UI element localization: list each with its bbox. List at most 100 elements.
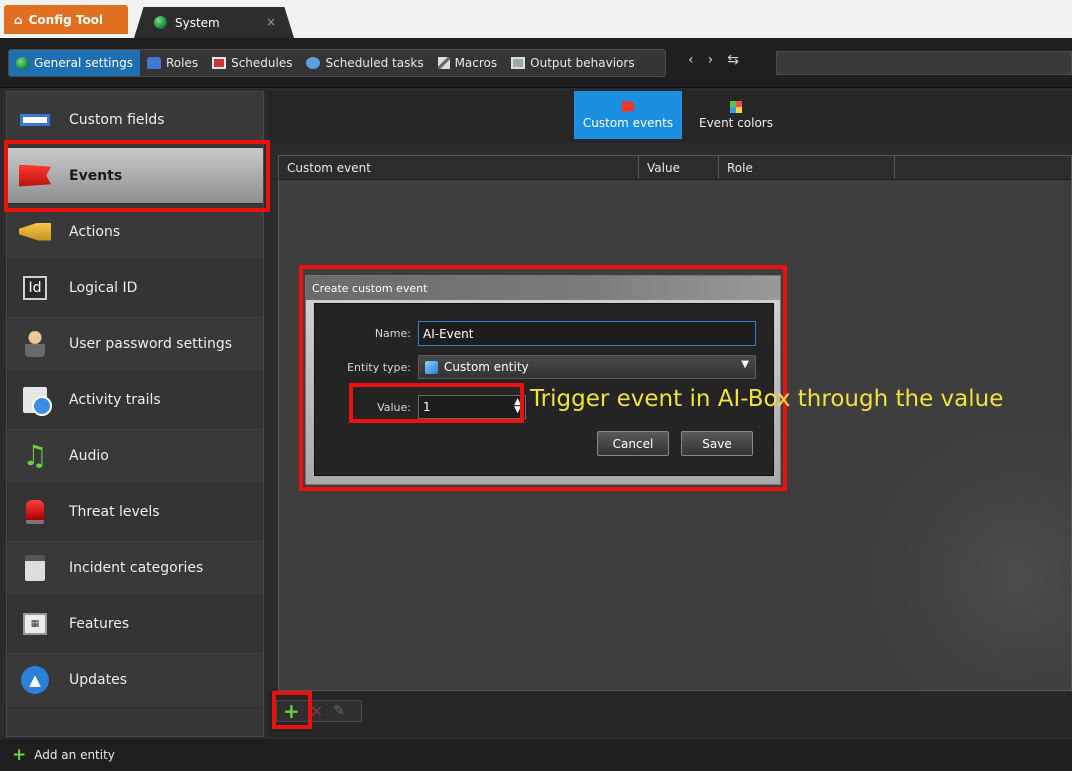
annotation-text: Trigger event in AI-Box through the valu… (530, 386, 1004, 412)
sidebar-item-logical-id[interactable]: Id Logical ID (7, 260, 263, 316)
task-group: General settings Roles Schedules Schedul… (8, 49, 666, 77)
tab-output-behaviors[interactable]: Output behaviors (504, 50, 641, 76)
entity-type-value: Custom entity (444, 360, 529, 374)
table-header: Custom event Value Role (279, 156, 1071, 180)
tab-roles-label: Roles (165, 56, 199, 70)
megaphone-icon (19, 216, 51, 248)
edit-icon[interactable]: ✎ (333, 703, 345, 719)
clipboard-icon (19, 552, 51, 584)
activity-trail-icon (19, 384, 52, 416)
sidebar-item-label: User password settings (69, 335, 233, 352)
value-stepper[interactable]: 1 ▲ ▼ (418, 395, 526, 419)
flag-icon (622, 100, 634, 113)
color-palette-icon (730, 100, 742, 113)
tab-custom-events-label: Custom events (582, 115, 674, 130)
sidebar-item-label: Features (69, 615, 130, 632)
output-icon (511, 57, 526, 69)
tab-system[interactable]: System × (134, 7, 294, 38)
tab-custom-events[interactable]: Custom events (574, 91, 682, 139)
cloud-upload-icon: ▲ (19, 664, 51, 696)
alarm-light-icon (19, 496, 51, 528)
sidebar-item-threat-levels[interactable]: Threat levels (7, 484, 263, 540)
history-icon[interactable]: ⇆ (727, 52, 739, 68)
tab-scheduled-tasks[interactable]: Scheduled tasks (299, 50, 430, 76)
dialog-title: Create custom event (306, 276, 780, 300)
sidebar: Custom fields Events Actions Id Logical … (6, 91, 264, 737)
globe-icon (16, 56, 29, 70)
tasks-icon (306, 57, 321, 69)
name-field[interactable] (418, 321, 756, 346)
custom-fields-icon (19, 104, 51, 136)
add-entity-link[interactable]: Add an entity (34, 748, 115, 762)
app-tab-strip: ⌂ Config Tool System × (0, 0, 1072, 38)
column-header-custom-event[interactable]: Custom event (279, 156, 639, 179)
tab-general-settings-label: General settings (34, 56, 133, 70)
tab-config-tool-label: Config Tool (28, 12, 104, 27)
sidebar-item-audio[interactable]: ♫ Audio (7, 428, 263, 484)
save-button[interactable]: Save (681, 431, 753, 456)
value-stepper-value: 1 (423, 400, 431, 414)
cancel-button[interactable]: Cancel (597, 431, 669, 456)
entity-type-select[interactable]: Custom entity ▼ (418, 355, 756, 379)
sidebar-item-incident-categories[interactable]: Incident categories (7, 540, 263, 596)
sidebar-item-label: Custom fields (69, 111, 165, 128)
tab-output-behaviors-label: Output behaviors (530, 56, 635, 70)
sidebar-item-label: Threat levels (69, 503, 160, 520)
tab-event-colors[interactable]: Event colors (688, 91, 784, 139)
tab-scheduled-tasks-label: Scheduled tasks (325, 56, 424, 70)
id-icon: Id (19, 272, 51, 304)
sidebar-item-label: Logical ID (69, 279, 138, 296)
tab-macros-label: Macros (454, 56, 498, 70)
sidebar-item-label: Actions (69, 223, 121, 240)
red-flag-icon (19, 160, 51, 192)
sidebar-item-label: Activity trails (69, 391, 161, 408)
column-header-role[interactable]: Role (719, 156, 895, 179)
navigation-controls: ‹ › ⇆ (688, 52, 739, 68)
tab-general-settings[interactable]: General settings (9, 50, 140, 76)
features-icon: ▦ (19, 608, 51, 640)
tab-roles[interactable]: Roles (140, 50, 205, 76)
forward-arrow-icon[interactable]: › (708, 52, 714, 68)
chevron-down-icon: ▼ (741, 359, 749, 370)
sidebar-item-label: Audio (69, 447, 109, 464)
tab-event-colors-label: Event colors (699, 115, 773, 130)
sidebar-item-actions[interactable]: Actions (7, 204, 263, 260)
sidebar-item-activity-trails[interactable]: Activity trails (7, 372, 263, 428)
sidebar-item-label: Updates (69, 671, 127, 688)
sidebar-item-label: Events (69, 167, 123, 184)
sidebar-item-custom-fields[interactable]: Custom fields (7, 92, 263, 148)
sidebar-item-updates[interactable]: ▲ Updates (7, 652, 263, 708)
sidebar-item-user-password-settings[interactable]: User password settings (7, 316, 263, 372)
entity-type-label: Entity type: (347, 361, 411, 374)
tab-config-tool[interactable]: ⌂ Config Tool (4, 5, 128, 34)
add-entity-icon[interactable]: + (12, 746, 26, 764)
tab-macros[interactable]: Macros (431, 50, 505, 76)
user-icon (19, 328, 51, 360)
roles-icon (146, 57, 161, 69)
tab-schedules-label: Schedules (231, 56, 293, 70)
music-note-icon: ♫ (22, 438, 48, 472)
create-custom-event-dialog: Create custom event Name: Entity type: C… (305, 275, 781, 485)
sidebar-item-label: Incident categories (69, 559, 204, 576)
sidebar-item-features[interactable]: ▦ Features (7, 596, 263, 652)
sidebar-item-events[interactable]: Events (7, 148, 263, 204)
calendar-icon (212, 57, 227, 69)
macros-icon (437, 57, 450, 69)
task-toolbar: General settings Roles Schedules Schedul… (0, 38, 1072, 88)
value-label: Value: (377, 401, 411, 414)
status-bar: + Add an entity (0, 739, 1072, 771)
close-icon[interactable]: × (266, 15, 276, 29)
cube-icon (425, 360, 438, 374)
spin-arrows-icon[interactable]: ▲ ▼ (514, 398, 521, 415)
page-tabs: Custom events Event colors (268, 91, 1072, 143)
tab-schedules[interactable]: Schedules (205, 50, 299, 76)
home-icon: ⌂ (14, 12, 23, 27)
delete-icon[interactable]: ✕ (310, 702, 323, 721)
globe-icon (154, 16, 167, 29)
search-input[interactable] (776, 51, 1072, 75)
name-label: Name: (374, 327, 411, 340)
tab-system-label: System (175, 15, 220, 30)
column-header-value[interactable]: Value (639, 156, 719, 179)
add-icon[interactable]: + (283, 701, 300, 721)
back-arrow-icon[interactable]: ‹ (688, 52, 694, 68)
